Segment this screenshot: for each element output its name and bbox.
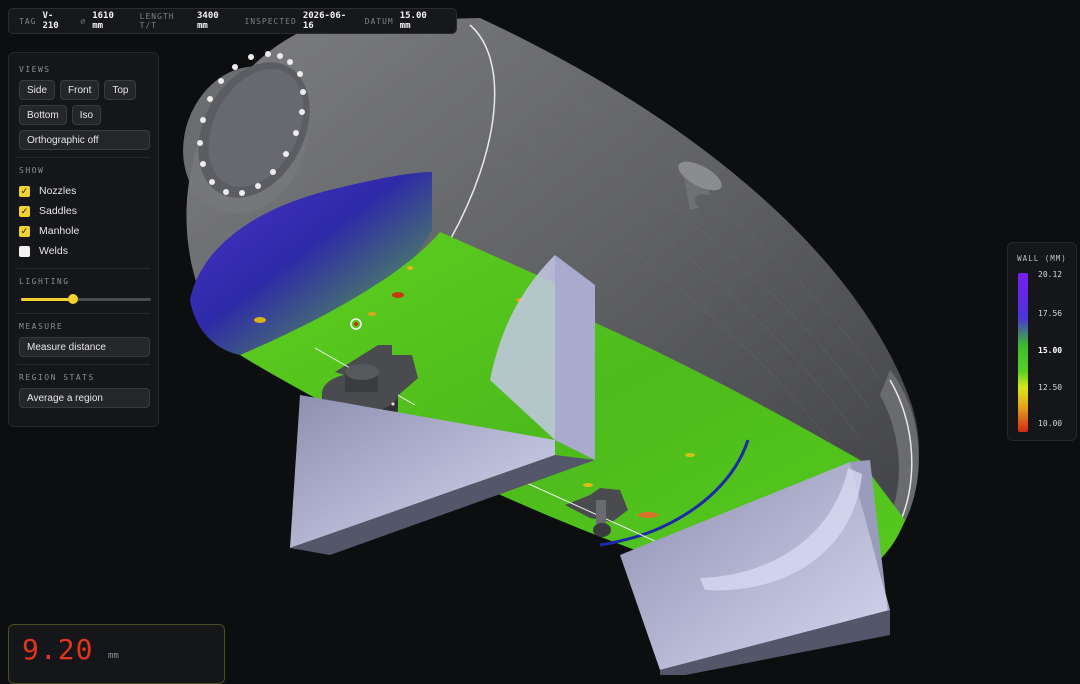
show-nozzles-label: Nozzles	[39, 185, 77, 197]
show-welds-label: Welds	[39, 245, 68, 257]
legend-tick-datum: 15.00	[1038, 346, 1063, 355]
checkbox-checked-icon: ✓	[19, 205, 30, 217]
slider-knob[interactable]	[68, 294, 78, 304]
average-region-button[interactable]: Average a region	[19, 388, 150, 408]
legend-title: WALL (MM)	[1017, 254, 1067, 263]
thickness-readout: 9.20 mm	[8, 624, 225, 684]
checkbox-unchecked-icon	[19, 245, 30, 257]
readout-unit: mm	[108, 651, 119, 661]
inspected-value: 2026-06-16	[302, 11, 347, 31]
diameter-value: 1610 mm	[92, 11, 114, 31]
view-bottom-button[interactable]: Bottom	[19, 105, 67, 125]
measure-title: MEASURE	[19, 322, 64, 331]
legend-colorbar	[1018, 273, 1028, 432]
slider-fill	[21, 298, 73, 301]
length-value: 3400 mm	[196, 11, 219, 31]
show-title: SHOW	[19, 166, 45, 175]
orthographic-toggle[interactable]: Orthographic off	[19, 130, 150, 150]
legend-tick-max: 20.12	[1038, 270, 1063, 279]
inspected-label: INSPECTED	[244, 16, 297, 26]
views-title: VIEWS	[19, 65, 51, 74]
divider	[17, 157, 150, 158]
wall-thickness-legend: WALL (MM) 20.12 17.56 15.00 12.50 10.00	[1007, 242, 1077, 441]
divider	[17, 268, 150, 269]
lighting-slider[interactable]	[21, 292, 151, 306]
legend-tick-min: 10.00	[1038, 419, 1063, 428]
checkbox-checked-icon: ✓	[19, 225, 30, 237]
checkbox-checked-icon: ✓	[19, 185, 30, 197]
region-stats-title: REGION STATS	[19, 373, 95, 382]
divider	[17, 364, 150, 365]
datum-value: 15.00 mm	[399, 11, 427, 31]
show-nozzles-checkbox[interactable]: ✓ Nozzles	[19, 181, 148, 201]
legend-tick: 12.50	[1038, 383, 1063, 392]
show-saddles-label: Saddles	[39, 205, 77, 217]
measure-distance-button[interactable]: Measure distance	[19, 337, 150, 357]
lighting-title: LIGHTING	[19, 277, 70, 286]
show-manhole-checkbox[interactable]: ✓ Manhole	[19, 221, 148, 241]
view-front-button[interactable]: Front	[60, 80, 100, 100]
legend-tick: 17.56	[1038, 309, 1063, 318]
view-side-button[interactable]: Side	[19, 80, 56, 100]
show-saddles-checkbox[interactable]: ✓ Saddles	[19, 201, 148, 221]
diameter-label: ⌀	[80, 16, 87, 26]
show-manhole-label: Manhole	[39, 225, 80, 237]
datum-label: DATUM	[364, 16, 394, 26]
tag-label: TAG	[19, 16, 37, 26]
tag-value: V-210	[42, 11, 59, 31]
view-top-button[interactable]: Top	[104, 80, 137, 100]
show-welds-checkbox[interactable]: Welds	[19, 241, 148, 261]
vessel-3d-viewport[interactable]	[0, 0, 1080, 675]
readout-value: 9.20	[22, 633, 94, 666]
control-panel: VIEWS Side Front Top Bottom Iso Orthogra…	[8, 52, 159, 427]
vessel-info-bar: TAG V-210 ⌀ 1610 mm LENGTH T/T 3400 mm I…	[8, 8, 457, 34]
divider	[17, 313, 150, 314]
length-label: LENGTH T/T	[139, 12, 175, 30]
view-iso-button[interactable]: Iso	[71, 105, 102, 125]
